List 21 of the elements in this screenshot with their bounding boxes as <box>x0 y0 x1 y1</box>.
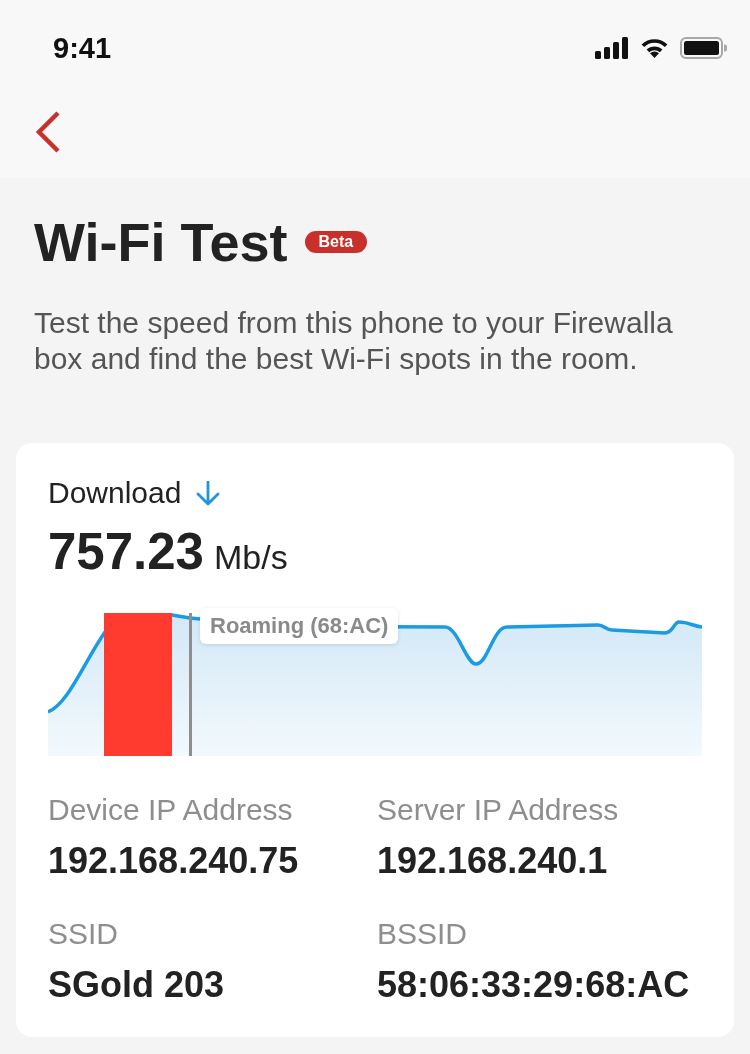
wifi-icon <box>639 37 670 59</box>
detail-label: Server IP Address <box>377 792 620 828</box>
download-label: Download <box>48 475 182 511</box>
detail-label: SSID <box>48 916 120 952</box>
detail-label: BSSID <box>377 916 469 952</box>
detail-label: Device IP Address <box>48 792 294 828</box>
speed-value: 757.23 <box>48 524 204 580</box>
signal-icon <box>595 37 629 59</box>
beta-badge: Beta <box>304 231 368 253</box>
speed-unit: Mb/s <box>214 538 288 577</box>
page-title: Wi-Fi Test <box>34 211 288 274</box>
roaming-tooltip: Roaming (68:AC) <box>200 608 399 644</box>
status-time: 9:41 <box>53 31 112 65</box>
chevron-left-icon[interactable] <box>35 111 61 153</box>
detail-value: 58:06:33:29:68:AC <box>377 965 691 1005</box>
down-arrow-icon <box>196 480 221 506</box>
description-text: Test the speed from this phone to your Firewalla box and find the best Wi-Fi spots in the room. <box>34 305 674 377</box>
detail-value: 192.168.240.75 <box>48 841 300 881</box>
detail-value: 192.168.240.1 <box>377 841 609 881</box>
battery-icon <box>680 37 727 59</box>
detail-value: SGold 203 <box>48 965 226 1005</box>
